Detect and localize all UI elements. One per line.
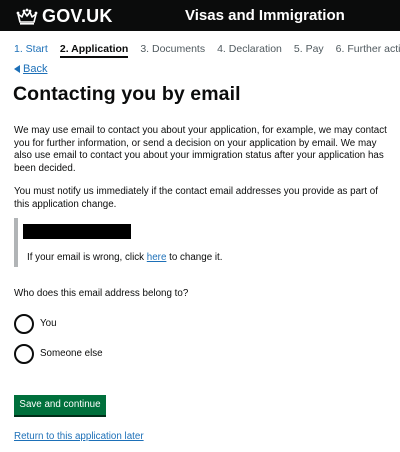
email-owner-question: Who does this email address belong to? [14,288,189,299]
crown-icon [16,8,38,25]
inset-text-after: to change it. [166,252,223,263]
save-and-continue-button[interactable]: Save and continue [14,395,106,415]
inset-text-before: If your email is wrong, click [27,252,147,263]
progress-steps: 1. Start 2. Application 3. Documents 4. … [14,42,400,58]
notice-paragraph: You must notify us immediately if the co… [14,186,378,210]
back-link-label: Back [23,63,48,75]
radio-option-someone-else[interactable]: Someone else [14,344,103,364]
step-start[interactable]: 1. Start [14,42,48,58]
page-title: Contacting you by email [13,83,241,105]
radio-button-someone-else[interactable] [14,344,34,364]
step-pay: 5. Pay [293,43,324,55]
step-declaration: 4. Declaration [217,43,282,55]
back-arrow-icon [14,65,20,73]
govuk-logo-link[interactable]: GOV.UK [16,6,113,26]
return-later-link[interactable]: Return to this application later [14,431,144,443]
inset-text: If your email is wrong, click here to ch… [27,252,223,264]
govuk-logo-text: GOV.UK [42,6,113,26]
radio-button-you[interactable] [14,314,34,334]
step-application: 2. Application [59,42,129,58]
service-name[interactable]: Visas and Immigration [185,7,345,25]
email-address-redacted [23,224,131,239]
intro-paragraph: We may use email to contact you about yo… [14,125,387,174]
step-further-actions: 6. Further actions [335,43,400,55]
back-link[interactable]: Back [14,63,47,75]
govuk-header: GOV.UK Visas and Immigration [0,0,400,31]
radio-option-you[interactable]: You [14,314,57,334]
change-email-link[interactable]: here [147,252,167,263]
step-documents: 3. Documents [140,43,206,55]
inset-border [14,218,18,267]
radio-label-you[interactable]: You [40,318,57,330]
radio-label-someone-else[interactable]: Someone else [40,348,103,360]
